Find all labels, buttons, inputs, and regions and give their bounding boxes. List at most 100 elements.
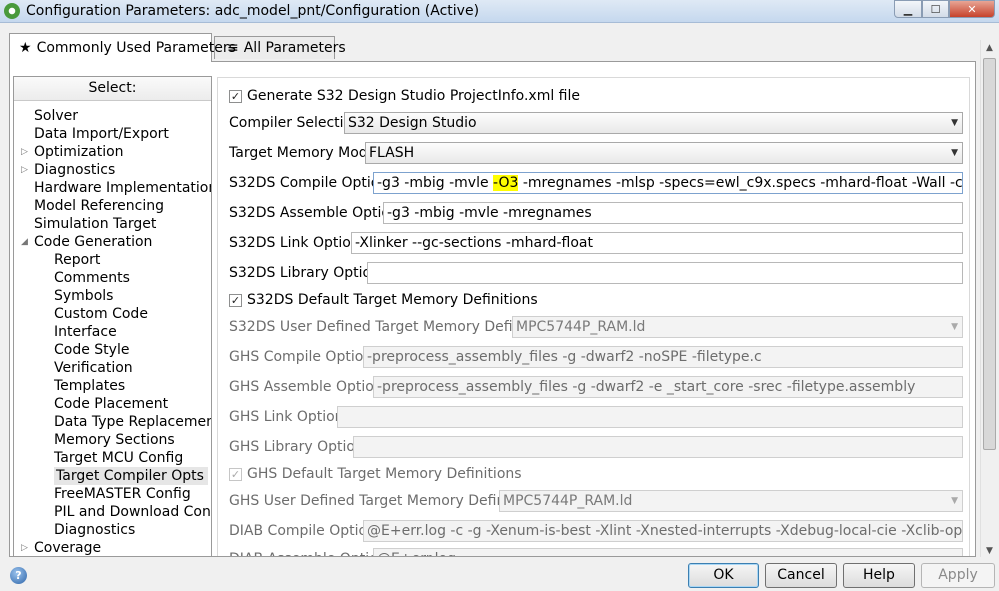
- ghs-link-options-input[interactable]: [337, 406, 963, 428]
- ghs-default-memory-checkbox[interactable]: ✓: [229, 468, 242, 481]
- chevron-down-icon: ▼: [951, 118, 958, 128]
- expand-arrow-icon[interactable]: ▷: [21, 539, 28, 556]
- nav-item-verification[interactable]: Verification: [54, 359, 133, 377]
- s32ds-compile-after: -mregnames -mlsp -specs=ewl_c9x.specs -m…: [522, 175, 963, 191]
- ghs-compile-options-input[interactable]: -preprocess_assembly_files -g -dwarf2 -n…: [363, 346, 963, 368]
- nav-item-target-mcu-config[interactable]: Target MCU Config: [54, 449, 183, 467]
- close-icon[interactable]: ✕: [949, 0, 995, 18]
- ghs-user-memory-dropdown[interactable]: MPC5744P_RAM.ld ▼: [499, 490, 963, 512]
- nav-item-freemaster-config[interactable]: FreeMASTER Config: [54, 485, 191, 503]
- nav-item-hardware-implementation[interactable]: Hardware Implementation: [34, 179, 211, 197]
- nav-item-comments[interactable]: Comments: [54, 269, 130, 287]
- nav-item-label: Code Style: [54, 342, 130, 358]
- nav-item-diagnostics[interactable]: Diagnostics: [34, 161, 115, 179]
- title-bar: Configuration Parameters: adc_model_pnt/…: [0, 0, 999, 23]
- compiler-selection-dropdown[interactable]: S32 Design Studio ▼: [344, 112, 963, 134]
- nav-item-coverage[interactable]: Coverage: [34, 539, 101, 556]
- nav-item-label: FreeMASTER Config: [54, 486, 191, 502]
- category-tree: Select: Solver Data Import/Export Optimiza…: [13, 76, 212, 556]
- maximize-icon[interactable]: ☐: [922, 0, 949, 18]
- nav-item-label: Target Compiler Opts: [56, 468, 204, 484]
- ghs-compile-options-label: GHS Compile Options: [229, 349, 380, 365]
- help-button[interactable]: Help: [843, 563, 915, 588]
- nav-item-code-generation[interactable]: Code Generation: [34, 233, 152, 251]
- nav-item-custom-code[interactable]: Custom Code: [54, 305, 148, 323]
- nav-item-label: Code Generation: [34, 234, 153, 250]
- diab-assemble-options-label: DIAB Assemble Options: [229, 548, 394, 556]
- target-memory-model-value: FLASH: [369, 145, 415, 161]
- scroll-thumb[interactable]: [983, 58, 996, 450]
- nav-item-diagnostics[interactable]: Diagnostics: [54, 521, 135, 539]
- ghs-assemble-options-input[interactable]: -preprocess_assembly_files -g -dwarf2 -e…: [373, 376, 963, 398]
- nav-item-label: PIL and Download Config: [54, 504, 212, 520]
- category-tree-header: Select:: [14, 77, 211, 101]
- nav-item-label: Diagnostics: [34, 162, 116, 178]
- nav-item-optimization[interactable]: Optimization: [34, 143, 124, 161]
- window-controls: ▁ ☐ ✕: [894, 0, 995, 18]
- nav-item-symbols[interactable]: Symbols: [54, 287, 113, 305]
- diab-compile-options-label: DIAB Compile Options: [229, 523, 384, 539]
- nav-item-memory-sections[interactable]: Memory Sections: [54, 431, 175, 449]
- nav-item-label: Data Import/Export: [34, 126, 169, 142]
- s32ds-default-memory-checkbox[interactable]: ✓: [229, 294, 242, 307]
- nav-item-pil-and-download-config[interactable]: PIL and Download Config: [54, 503, 212, 521]
- s32ds-compile-before: -g3 -mbig -mvle: [377, 175, 494, 191]
- nav-item-code-style[interactable]: Code Style: [54, 341, 129, 359]
- nav-item-label: Diagnostics: [54, 522, 136, 538]
- s32ds-compile-options-input[interactable]: -g3 -mbig -mvle -O3 -mregnames -mlsp -sp…: [373, 172, 963, 194]
- nav-item-label: Target MCU Config: [54, 450, 184, 466]
- chevron-down-icon: ▼: [951, 148, 958, 158]
- generate-projectinfo-checkbox[interactable]: ✓: [229, 90, 242, 103]
- nav-item-interface[interactable]: Interface: [54, 323, 117, 341]
- nav-item-model-referencing[interactable]: Model Referencing: [34, 197, 164, 215]
- diab-assemble-options-input[interactable]: @E+err.log: [373, 548, 963, 556]
- s32ds-link-options-input[interactable]: -Xlinker --gc-sections -mhard-float: [351, 232, 963, 254]
- nav-item-data-import-export[interactable]: Data Import/Export: [34, 125, 169, 143]
- expand-arrow-icon[interactable]: ▷: [21, 143, 28, 161]
- tab-commonly-used-parameters[interactable]: ★ Commonly Used Parameters: [9, 33, 236, 62]
- s32ds-assemble-options-label: S32DS Assemble Options: [229, 205, 407, 221]
- nav-item-templates[interactable]: Templates: [54, 377, 125, 395]
- nav-item-simulation-target[interactable]: Simulation Target: [34, 215, 156, 233]
- help-circle-icon[interactable]: ?: [10, 567, 27, 584]
- scroll-up-icon[interactable]: ▲: [981, 40, 998, 57]
- ghs-assemble-options-label: GHS Assemble Options: [229, 379, 390, 395]
- s32ds-user-memory-label: S32DS User Defined Target Memory Definit…: [229, 319, 560, 335]
- nav-item-label: Code Placement: [54, 396, 169, 412]
- collapse-arrow-icon[interactable]: ◢: [21, 233, 28, 251]
- target-compiler-opts-panel: ✓ Generate S32 Design Studio ProjectInfo…: [217, 77, 970, 556]
- s32ds-library-options-input[interactable]: [367, 262, 963, 284]
- expand-arrow-icon[interactable]: ▷: [21, 161, 28, 179]
- nav-item-label: Comments: [54, 270, 130, 286]
- nav-item-label: Memory Sections: [54, 432, 175, 448]
- ok-button[interactable]: OK: [688, 563, 759, 588]
- matlab-app-icon: [4, 3, 20, 19]
- s32ds-library-options-label: S32DS Library Options: [229, 265, 388, 281]
- s32ds-user-memory-dropdown[interactable]: MPC5744P_RAM.ld ▼: [512, 316, 963, 338]
- star-icon: ★: [19, 40, 32, 56]
- nav-item-label: Data Type Replacement: [54, 414, 212, 430]
- cancel-button[interactable]: Cancel: [765, 563, 837, 588]
- minimize-icon[interactable]: ▁: [894, 0, 922, 18]
- apply-button[interactable]: Apply: [921, 563, 995, 588]
- compiler-selection-value: S32 Design Studio: [348, 115, 477, 131]
- nav-item-label: Report: [54, 252, 101, 268]
- target-memory-model-label: Target Memory Model: [229, 145, 381, 161]
- nav-item-data-type-replacement[interactable]: Data Type Replacement: [54, 413, 212, 431]
- s32ds-compile-highlight: -O3: [493, 175, 519, 191]
- s32ds-user-memory-value: MPC5744P_RAM.ld: [516, 319, 646, 335]
- ghs-library-options-input[interactable]: [353, 436, 963, 458]
- s32ds-assemble-options-input[interactable]: -g3 -mbig -mvle -mregnames: [383, 202, 963, 224]
- target-memory-model-dropdown[interactable]: FLASH ▼: [365, 142, 963, 164]
- ghs-default-memory-label: GHS Default Target Memory Definitions: [247, 466, 522, 482]
- chevron-down-icon: ▼: [951, 496, 958, 506]
- vertical-scrollbar[interactable]: ▲ ▼: [980, 40, 997, 560]
- nav-item-solver[interactable]: Solver: [34, 107, 78, 125]
- dialog-button-bar: ? OK Cancel Help Apply: [0, 557, 999, 591]
- nav-item-code-placement[interactable]: Code Placement: [54, 395, 168, 413]
- ghs-library-options-label: GHS Library Options: [229, 439, 372, 455]
- tab-label: All Parameters: [243, 40, 346, 56]
- diab-compile-options-input[interactable]: @E+err.log -c -g -Xenum-is-best -Xlint -…: [363, 520, 963, 542]
- nav-item-target-compiler-opts[interactable]: Target Compiler Opts: [54, 467, 208, 485]
- nav-item-report[interactable]: Report: [54, 251, 100, 269]
